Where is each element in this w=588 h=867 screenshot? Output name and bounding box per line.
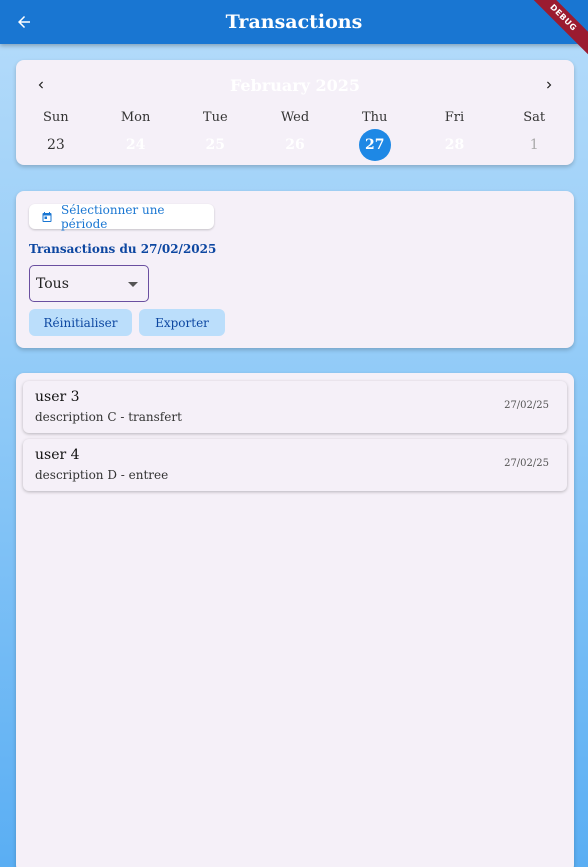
calendar-icon [41, 211, 53, 223]
page-title: Transactions [225, 11, 363, 33]
transaction-type-value: Tous [36, 275, 69, 292]
calendar-month-label: February 2025 [229, 76, 361, 95]
reset-button[interactable]: Réinitialiser [29, 309, 132, 336]
weekday-label: Thu [362, 110, 388, 125]
select-period-label: Sélectionner une période [61, 202, 165, 231]
calendar-day[interactable]: 25 [175, 130, 255, 160]
weekday-label: Tue [202, 110, 228, 125]
filter-card: Sélectionner une période Transactions du… [16, 191, 574, 348]
chevron-right-icon [547, 81, 552, 89]
weekday-label: Sat [523, 110, 546, 125]
transaction-user: user 4 [35, 447, 80, 463]
weekday-label: Mon [120, 110, 151, 125]
calendar-week-row: 23 24 25 26 27 28 1 [16, 129, 574, 161]
weekday-header-row: Sun Mon Tue Wed Thu Fri Sat [16, 110, 574, 125]
transaction-type-select[interactable]: Tous [29, 265, 149, 302]
weekday-label: Sun [43, 110, 69, 125]
transaction-description: description C - transfert [35, 410, 182, 424]
calendar-day[interactable]: 1 [494, 130, 574, 160]
app-bar: Transactions [0, 0, 588, 44]
transaction-user: user 3 [35, 389, 80, 405]
weekday-label: Wed [280, 110, 310, 125]
calendar-day[interactable]: 26 [255, 130, 335, 160]
calendar-day[interactable]: 23 [16, 130, 96, 160]
transactions-list-card: user 3 description C - transfert 27/02/2… [16, 373, 574, 867]
calendar-card: February 2025 Sun Mon Tue Wed Thu Fri Sa… [16, 60, 574, 165]
dropdown-arrow-icon [128, 282, 138, 287]
weekday-label: Fri [444, 110, 465, 125]
transaction-date: 27/02/25 [504, 458, 549, 469]
date-range-label: Transactions du 27/02/2025 [29, 242, 217, 256]
export-button[interactable]: Exporter [139, 309, 225, 336]
transaction-date: 27/02/25 [504, 400, 549, 411]
calendar-day[interactable]: 28 [415, 130, 495, 160]
next-month-button[interactable] [538, 74, 560, 96]
select-period-button[interactable]: Sélectionner une période [29, 202, 214, 231]
transaction-item[interactable]: user 4 description D - entree 27/02/25 [23, 439, 567, 491]
transaction-description: description D - entree [35, 468, 169, 482]
calendar-day-selected[interactable]: 27 [335, 129, 415, 161]
transaction-item[interactable]: user 3 description C - transfert 27/02/2… [23, 381, 567, 433]
calendar-day[interactable]: 24 [96, 130, 176, 160]
